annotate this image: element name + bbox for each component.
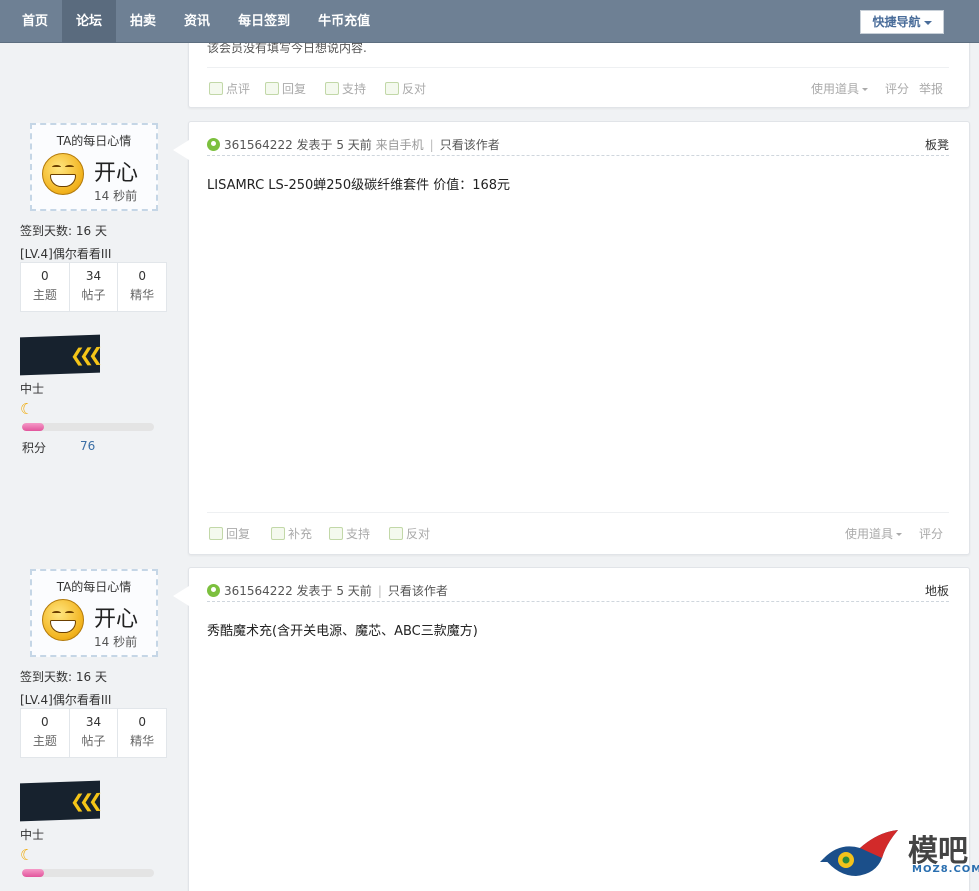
nav-forum[interactable]: 论坛 <box>62 0 117 43</box>
thumbs-up-icon <box>329 527 343 540</box>
nav-home[interactable]: 首页 <box>8 0 62 43</box>
chevron-down-icon <box>862 88 869 91</box>
rate-button[interactable]: 评分 <box>885 80 909 97</box>
mood-title: TA的每日心情 <box>56 580 132 594</box>
level-progress-fill <box>22 869 45 877</box>
thumbs-down-icon <box>385 82 399 95</box>
mood-text: 开心 <box>94 607 139 632</box>
stat-posts[interactable]: 34 帖子 <box>70 709 119 757</box>
rank-badge-icon: ❮❮❮ <box>20 780 100 822</box>
stat-posts[interactable]: 34 帖子 <box>70 263 119 311</box>
logo-url: MOZ8.COM <box>912 864 979 875</box>
use-item-button[interactable]: 使用道具 <box>845 525 903 542</box>
post-author[interactable]: 361564222 <box>224 138 293 152</box>
user-online-icon <box>207 138 220 151</box>
stat-digest[interactable]: 0 精华 <box>118 709 166 757</box>
mood-text: 开心 <box>94 161 139 186</box>
level-progress <box>22 423 154 431</box>
reply-button[interactable]: 回复 <box>209 525 250 542</box>
reply-icon <box>265 82 279 95</box>
post-time: 发表于 5 天前 <box>296 584 372 598</box>
user-stats: 0 主题 34 帖子 0 精华 <box>20 262 167 312</box>
card-pointer <box>173 586 189 606</box>
support-button[interactable]: 支持 <box>325 80 366 97</box>
moon-icon: ☾ <box>20 400 34 418</box>
stat-threads[interactable]: 0 主题 <box>21 263 70 311</box>
bird-logo-icon <box>820 830 898 876</box>
level-progress <box>22 869 154 877</box>
post-content: LISAMRC LS-250蝉250级碳纤维套件 价值：168元 <box>207 178 511 193</box>
thumbs-up-icon <box>325 82 339 95</box>
rate-button[interactable]: 评分 <box>919 525 943 542</box>
card-pointer <box>173 140 189 160</box>
thumbs-down-icon <box>389 527 403 540</box>
edit-icon <box>271 527 285 540</box>
happy-face-icon <box>42 153 84 195</box>
happy-face-icon <box>42 599 84 641</box>
nav-news[interactable]: 资讯 <box>170 0 224 43</box>
reply-button[interactable]: 回复 <box>265 80 306 97</box>
reply-icon <box>209 527 223 540</box>
points-value[interactable]: 76 <box>80 439 95 453</box>
post-header: 361564222 发表于 5 天前 | 只看该作者 地板 <box>207 582 949 602</box>
post-time: 发表于 5 天前 <box>296 138 372 152</box>
post-content: 秀酷魔术充(含开关电源、魔芯、ABC三款魔方) <box>207 624 478 639</box>
stat-threads[interactable]: 0 主题 <box>21 709 70 757</box>
user-level[interactable]: [LV.4]偶尔看看III <box>20 691 111 708</box>
user-stats: 0 主题 34 帖子 0 精华 <box>20 708 167 758</box>
support-button[interactable]: 支持 <box>329 525 370 542</box>
post-actions: 点评 回复 支持 反对 使用道具 评分 举报 <box>207 67 949 99</box>
oppose-button[interactable]: 反对 <box>385 80 426 97</box>
oppose-button[interactable]: 反对 <box>389 525 430 542</box>
post-card: 361564222 发表于 5 天前 来自手机 | 只看该作者 板凳 LISAMRC… <box>173 121 970 555</box>
report-button[interactable]: 举报 <box>919 80 943 97</box>
daily-mood-box: TA的每日心情 开心 14 秒前 <box>30 123 158 211</box>
sign-days: 签到天数: 16 天 <box>20 224 107 238</box>
chevron-down-icon <box>896 533 903 536</box>
use-item-button[interactable]: 使用道具 <box>811 80 869 97</box>
post-author[interactable]: 361564222 <box>224 584 293 598</box>
nav-auction[interactable]: 拍卖 <box>116 0 170 43</box>
mood-time: 14 秒前 <box>94 635 138 649</box>
top-nav: 首页 论坛 拍卖 资讯 每日签到 牛币充值 快捷导航 <box>0 0 979 43</box>
mood-time: 14 秒前 <box>94 189 138 203</box>
nav-daily-signin[interactable]: 每日签到 <box>224 0 304 43</box>
user-level[interactable]: [LV.4]偶尔看看III <box>20 245 111 262</box>
post-floor[interactable]: 板凳 <box>925 136 949 153</box>
level-progress-fill <box>22 423 45 431</box>
rank-badge-icon: ❮❮❮ <box>20 334 100 376</box>
only-author-link[interactable]: 只看该作者 <box>388 584 448 598</box>
points-label: 积分 <box>22 441 47 455</box>
rank-name: 中士 <box>20 828 45 842</box>
rank-name: 中士 <box>20 382 45 396</box>
post-source: 来自手机 <box>375 138 424 152</box>
only-author-link[interactable]: 只看该作者 <box>440 138 500 152</box>
post-actions: 回复 补充 支持 反对 使用道具 评分 <box>207 512 949 544</box>
user-online-icon <box>207 584 220 597</box>
post-floor[interactable]: 地板 <box>925 582 949 599</box>
sign-days: 签到天数: 16 天 <box>20 670 107 684</box>
daily-mood-box: TA的每日心情 开心 14 秒前 <box>30 569 158 657</box>
supplement-button[interactable]: 补充 <box>271 525 312 542</box>
post-header: 361564222 发表于 5 天前 来自手机 | 只看该作者 板凳 <box>207 136 949 156</box>
mood-title: TA的每日心情 <box>56 134 132 148</box>
site-logo: 模吧 MOZ8.COM <box>820 824 979 884</box>
chevron-down-icon <box>923 20 932 25</box>
moon-icon: ☾ <box>20 846 34 864</box>
stat-digest[interactable]: 0 精华 <box>118 263 166 311</box>
nav-recharge[interactable]: 牛币充值 <box>304 0 384 43</box>
comment-button[interactable]: 点评 <box>209 80 250 97</box>
comment-icon <box>209 82 223 95</box>
quick-nav-button[interactable]: 快捷导航 <box>860 10 944 34</box>
